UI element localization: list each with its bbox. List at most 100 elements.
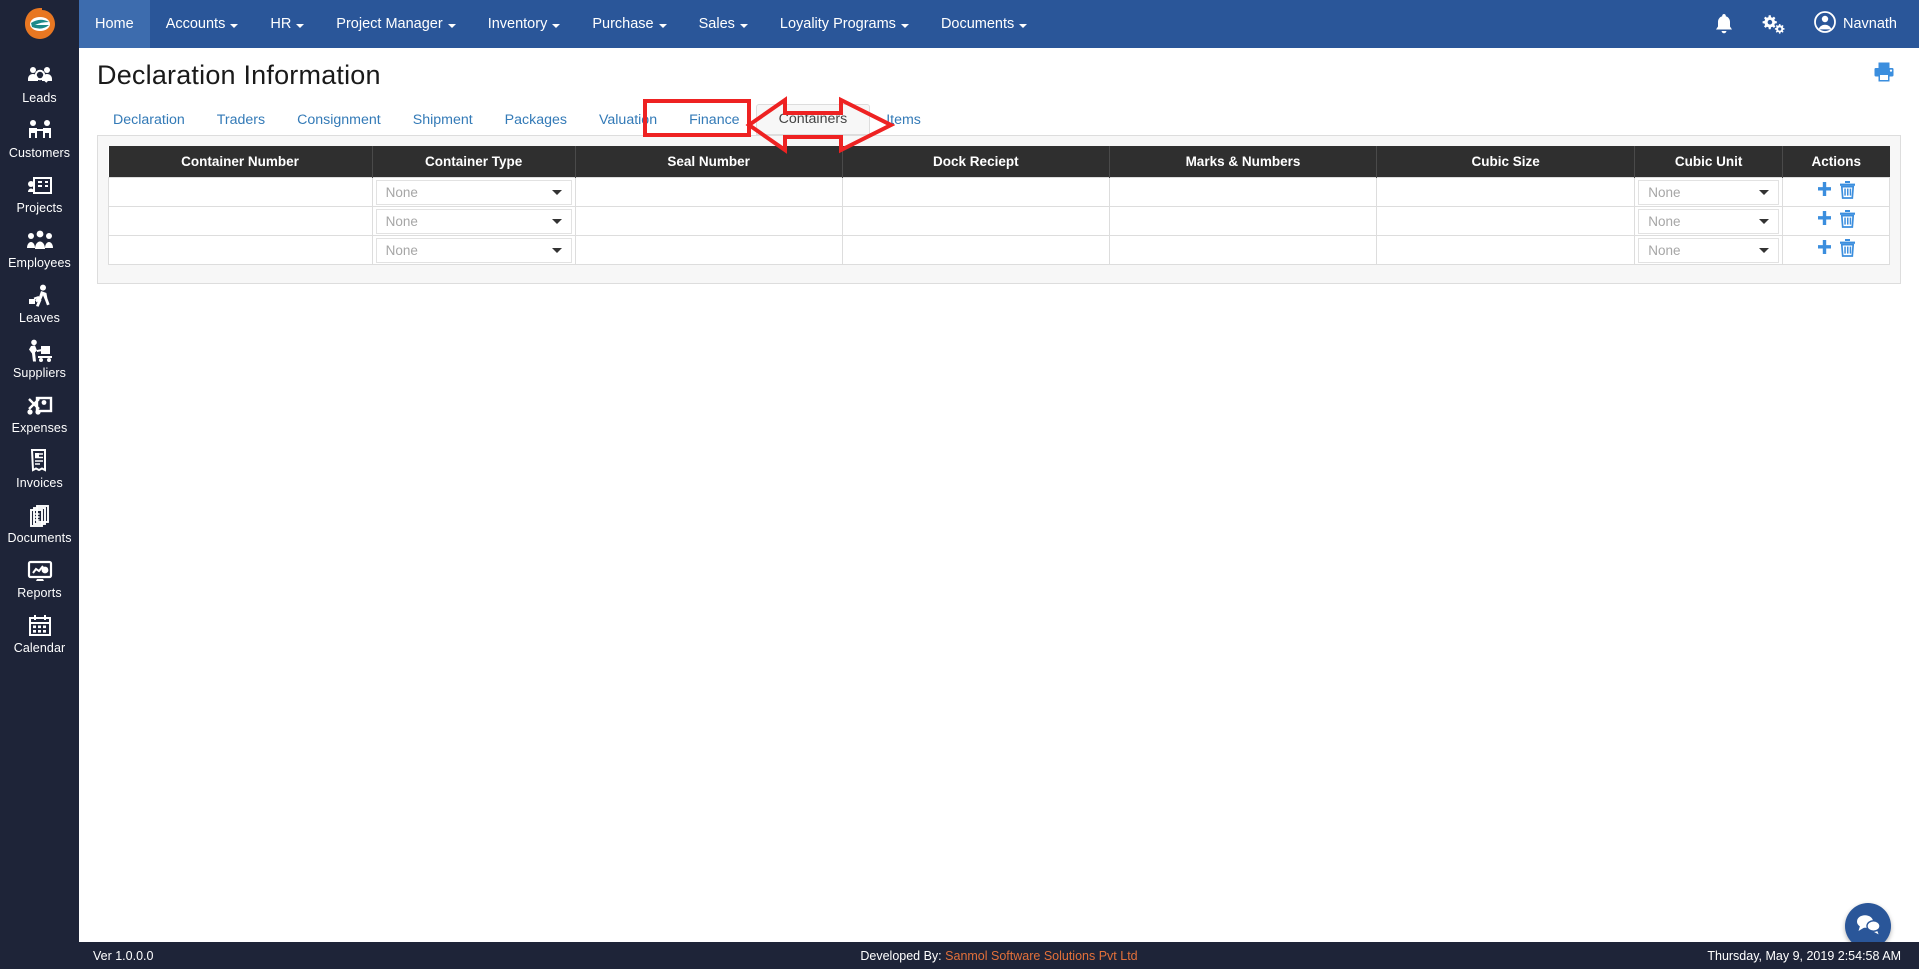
tab-items[interactable]: Items: [870, 106, 937, 135]
container-number-input[interactable]: [109, 236, 372, 264]
chevron-down-icon: [296, 24, 305, 28]
cell-marks-numbers[interactable]: [1108, 177, 1378, 207]
cell-seal-number[interactable]: [574, 177, 843, 207]
cubic-size-input[interactable]: [1377, 178, 1635, 206]
plus-icon[interactable]: [1816, 210, 1833, 232]
table-header-row: Container Number Container Type Seal Num…: [108, 146, 1890, 178]
cubic-size-input[interactable]: [1377, 236, 1635, 264]
sidebar-item-expenses[interactable]: Expenses: [0, 386, 79, 441]
th-marks-numbers: Marks & Numbers: [1109, 146, 1378, 178]
dock-reciept-input[interactable]: [842, 178, 1109, 206]
cell-marks-numbers[interactable]: [1108, 235, 1378, 265]
cell-container-type[interactable]: None: [371, 206, 576, 236]
sidebar-item-customers[interactable]: Customers: [0, 111, 79, 166]
tab-finance[interactable]: Finance: [673, 106, 755, 135]
cell-marks-numbers[interactable]: [1108, 206, 1378, 236]
plus-icon[interactable]: [1816, 181, 1833, 203]
chevron-down-icon: [1759, 248, 1770, 253]
footer-company-link[interactable]: Sanmol Software Solutions Pvt Ltd: [945, 949, 1137, 963]
bell-icon[interactable]: [1714, 13, 1734, 35]
cell-container-type[interactable]: None: [371, 177, 576, 207]
tab-shipment[interactable]: Shipment: [397, 106, 489, 135]
cell-container-number[interactable]: [108, 235, 373, 265]
cell-seal-number[interactable]: [574, 206, 843, 236]
seal-number-input[interactable]: [575, 236, 842, 264]
cubic-unit-dropdown[interactable]: None: [1638, 208, 1780, 234]
seal-number-input[interactable]: [575, 207, 842, 235]
sidebar-item-documents[interactable]: Documents: [0, 496, 79, 551]
plus-icon[interactable]: [1816, 239, 1833, 261]
container-type-dropdown[interactable]: None: [375, 237, 572, 263]
cell-container-number[interactable]: [108, 177, 373, 207]
customers-icon: [0, 118, 79, 144]
trash-icon[interactable]: [1839, 180, 1856, 204]
cell-seal-number[interactable]: [574, 235, 843, 265]
chevron-down-icon: [658, 24, 667, 28]
tab-traders[interactable]: Traders: [201, 106, 281, 135]
nav-item-purchase[interactable]: Purchase: [576, 0, 682, 48]
sidebar-item-label: Customers: [8, 146, 71, 160]
nav-item-inventory[interactable]: Inventory: [472, 0, 577, 48]
container-number-input[interactable]: [109, 178, 372, 206]
marks-numbers-input[interactable]: [1109, 178, 1377, 206]
cell-cubic-size[interactable]: [1376, 206, 1636, 236]
sidebar-item-leads[interactable]: Leads: [0, 56, 79, 111]
nav-item-label: Sales: [698, 16, 735, 32]
sidebar-item-projects[interactable]: Projects: [0, 166, 79, 221]
sidebar-item-suppliers[interactable]: Suppliers: [0, 331, 79, 386]
seal-number-input[interactable]: [575, 178, 842, 206]
nav-item-home[interactable]: Home: [79, 0, 150, 48]
printer-icon[interactable]: [1873, 61, 1895, 88]
cell-dock-reciept[interactable]: [841, 206, 1110, 236]
top-nav-items: Home Accounts HR Project Manager Invento…: [79, 0, 1919, 48]
nav-item-sales[interactable]: Sales: [683, 0, 764, 48]
cell-cubic-unit[interactable]: None: [1634, 206, 1784, 236]
cell-actions: [1782, 177, 1890, 207]
user-menu[interactable]: Navnath: [1814, 11, 1897, 37]
dock-reciept-input[interactable]: [842, 236, 1109, 264]
cell-container-number[interactable]: [108, 206, 373, 236]
dock-reciept-input[interactable]: [842, 207, 1109, 235]
cubic-unit-dropdown[interactable]: None: [1638, 179, 1780, 205]
cell-container-type[interactable]: None: [371, 235, 576, 265]
cubic-size-input[interactable]: [1377, 207, 1635, 235]
chevron-down-icon: [230, 24, 239, 28]
container-type-dropdown[interactable]: None: [375, 208, 572, 234]
tab-valuation[interactable]: Valuation: [583, 106, 673, 135]
cell-cubic-unit[interactable]: None: [1634, 177, 1784, 207]
cell-dock-reciept[interactable]: [841, 177, 1110, 207]
marks-numbers-input[interactable]: [1109, 207, 1377, 235]
app-logo[interactable]: [0, 0, 79, 48]
tab-packages[interactable]: Packages: [489, 106, 583, 135]
trash-icon[interactable]: [1839, 209, 1856, 233]
cell-cubic-unit[interactable]: None: [1634, 235, 1784, 265]
tab-containers[interactable]: Containers: [755, 103, 871, 135]
nav-item-documents[interactable]: Documents: [925, 0, 1043, 48]
nav-item-accounts[interactable]: Accounts: [150, 0, 255, 48]
container-number-input[interactable]: [109, 207, 372, 235]
sidebar-item-employees[interactable]: Employees: [0, 221, 79, 276]
nav-item-label: HR: [270, 16, 292, 32]
sidebar-item-invoices[interactable]: Invoices: [0, 441, 79, 496]
cubic-unit-value: None: [1648, 184, 1681, 200]
sidebar-item-calendar[interactable]: Calendar: [0, 606, 79, 661]
marks-numbers-input[interactable]: [1109, 236, 1377, 264]
sidebar-item-label: Documents: [7, 531, 72, 545]
container-type-dropdown[interactable]: None: [375, 179, 572, 205]
nav-item-hr[interactable]: HR: [254, 0, 320, 48]
sidebar-item-leaves[interactable]: Leaves: [0, 276, 79, 331]
trash-icon[interactable]: [1839, 238, 1856, 262]
nav-item-label: Accounts: [165, 16, 226, 32]
tab-consignment[interactable]: Consignment: [281, 106, 397, 135]
tab-declaration[interactable]: Declaration: [97, 106, 201, 135]
nav-item-project-manager[interactable]: Project Manager: [320, 0, 471, 48]
cubic-unit-dropdown[interactable]: None: [1638, 237, 1780, 263]
cell-dock-reciept[interactable]: [841, 235, 1110, 265]
gears-icon[interactable]: [1762, 13, 1786, 35]
sidebar-item-reports[interactable]: Reports: [0, 551, 79, 606]
cell-cubic-size[interactable]: [1376, 235, 1636, 265]
nav-item-label: Loyality Programs: [779, 16, 896, 32]
tab-label: Valuation: [598, 111, 658, 128]
nav-item-loyality-programs[interactable]: Loyality Programs: [764, 0, 925, 48]
cell-cubic-size[interactable]: [1376, 177, 1636, 207]
